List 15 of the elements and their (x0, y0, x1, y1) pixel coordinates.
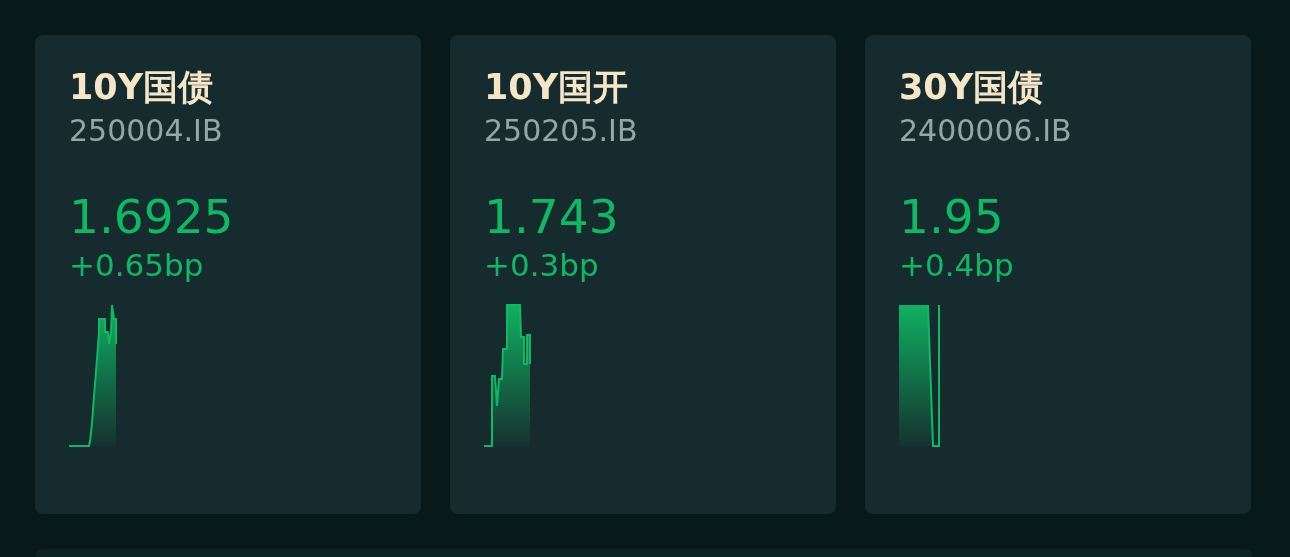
bond-card[interactable]: 10Y国债 250004.IB 1.6925 +0.65bp (35, 35, 421, 514)
bond-code: 250205.IB (484, 113, 639, 149)
bond-name: 30Y国债 (899, 66, 1045, 109)
bond-name: 10Y国开 (484, 66, 630, 109)
yield-value: 1.743 (484, 189, 620, 245)
change-value: +0.65bp (69, 246, 205, 285)
yield-value: 1.6925 (69, 189, 235, 245)
change-value: +0.3bp (484, 246, 600, 285)
bond-card[interactable]: 30Y国债 2400006.IB 1.95 +0.4bp (865, 35, 1251, 514)
change-value: +0.4bp (899, 246, 1015, 285)
bond-name: 10Y国债 (69, 66, 215, 109)
bond-card[interactable]: 10Y国开 250205.IB 1.743 +0.3bp (450, 35, 836, 514)
yield-value: 1.95 (899, 189, 1005, 245)
bond-code: 2400006.IB (899, 113, 1073, 149)
bond-code: 250004.IB (69, 113, 224, 149)
